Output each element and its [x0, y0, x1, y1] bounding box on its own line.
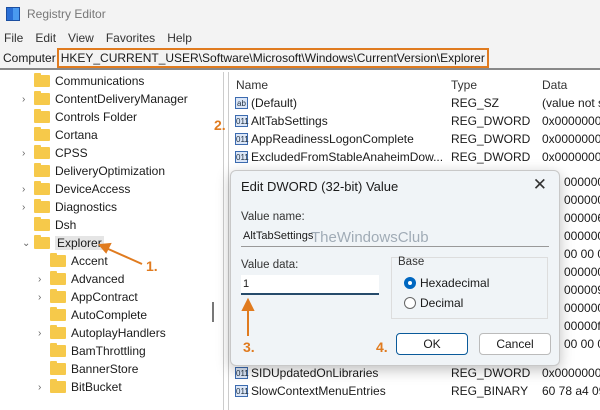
annotation-3: 3.	[243, 339, 255, 355]
annotation-1: 1.	[146, 258, 158, 274]
annotation-arrows	[97, 242, 255, 336]
annotation-4: 4.	[376, 339, 388, 355]
annotation-2: 2.	[214, 117, 226, 133]
